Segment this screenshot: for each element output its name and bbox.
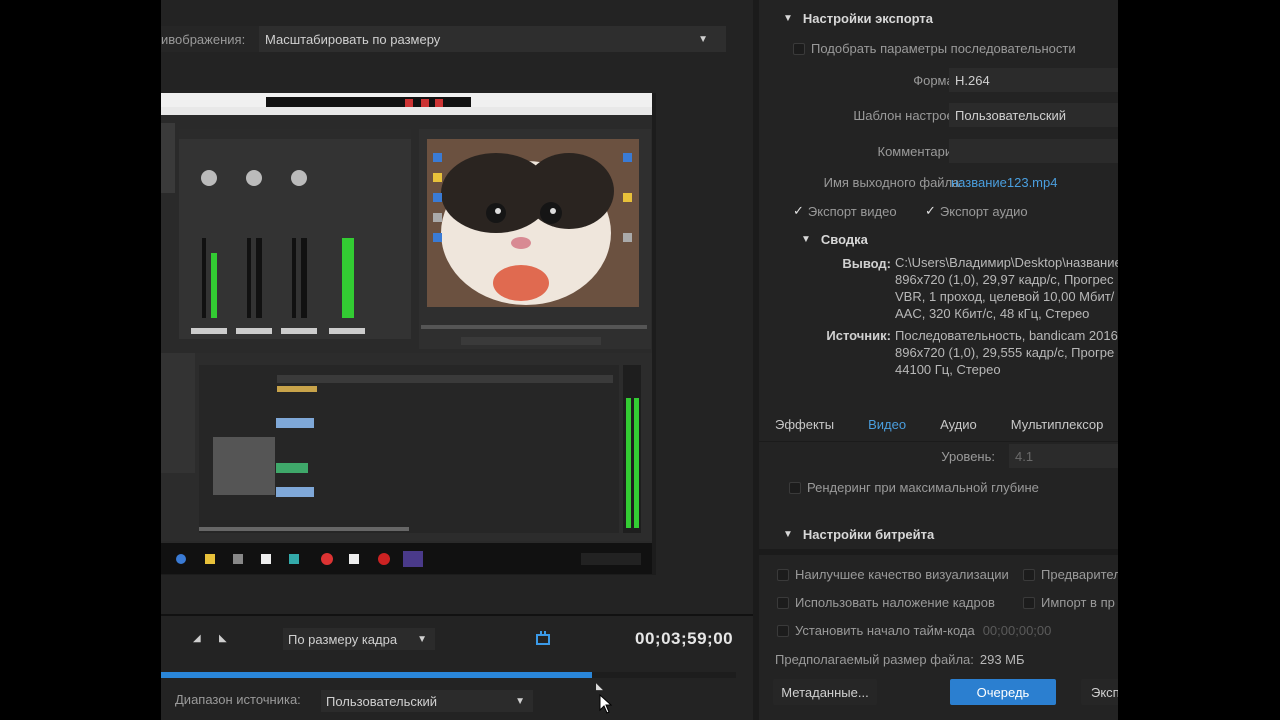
format-label: Формат: [913, 73, 963, 88]
bitrate-settings-title: Настройки битрейта [802, 527, 935, 542]
zoom-fit-select[interactable]: По размеру кадра ▼ [283, 628, 435, 650]
aspect-ratio-icon[interactable] [535, 630, 551, 646]
format-select[interactable]: H.264 [949, 68, 1118, 92]
export-settings-title: Настройки экспорта [802, 11, 934, 26]
level-label: Уровень: [941, 449, 995, 464]
preview-image [161, 93, 656, 575]
output-name-label: Имя выходного файла: [823, 175, 963, 190]
start-timecode-value[interactable]: 00;00;00;00 [983, 623, 1052, 638]
level-value: 4.1 [1015, 448, 1034, 464]
start-timecode-row[interactable]: Установить начало тайм-кода 00;00;00;00 [777, 623, 1051, 638]
source-line: 896x720 (1,0), 29,555 кадр/с, Прогре [895, 345, 1115, 360]
preview-picture [161, 93, 656, 575]
export-video-row[interactable]: ✓ Экспорт видео [793, 203, 897, 219]
output-line: 896x720 (1,0), 29,97 кадр/с, Прогрес [895, 272, 1114, 287]
match-sequence-row[interactable]: Подобрать параметры последовательности [793, 41, 1076, 56]
source-line: Последовательность, bandicam 2016 [895, 328, 1118, 343]
export-audio-checkbox[interactable]: ✓ [925, 203, 936, 219]
export-audio-label: Экспорт аудио [939, 203, 1028, 219]
preview-label: Предварител [1041, 567, 1118, 582]
settings-panel: ▼ Настройки экспорта Подобрать параметры… [759, 0, 1118, 720]
source-line: 44100 Гц, Стерео [895, 362, 1001, 377]
summary-header[interactable]: ▼ Сводка [801, 232, 868, 247]
collapse-triangle-icon: ▼ [801, 234, 811, 245]
estimated-size-label: Предполагаемый размер файла: [775, 652, 974, 667]
tab-audio[interactable]: Аудио [940, 417, 977, 432]
queue-button[interactable]: Очередь [950, 679, 1056, 705]
export-settings-window: ивображения: Масштабировать по размеру ▼ [161, 0, 1118, 720]
best-quality-label: Наилучшее качество визуализации [795, 567, 1009, 582]
import-label: Импорт в пр [1041, 595, 1115, 610]
frame-blend-row[interactable]: Использовать наложение кадров [777, 595, 995, 610]
output-line: VBR, 1 проход, целевой 10,00 Мбит/ [895, 289, 1115, 304]
preview-row[interactable]: Предварител [1023, 567, 1118, 582]
timecode-display[interactable]: 00;03;59;00 [635, 629, 733, 649]
source-scaling-value: Масштабировать по размеру [265, 31, 441, 47]
start-timecode-checkbox[interactable] [777, 624, 789, 637]
tab-multiplexer[interactable]: Мультиплексор [1011, 417, 1104, 432]
match-sequence-checkbox[interactable] [793, 42, 805, 55]
section-divider [759, 549, 1118, 555]
timeline-progress [161, 672, 592, 678]
source-range-select[interactable]: Пользовательский ▼ [321, 690, 533, 712]
set-out-point-icon[interactable]: ◣ [219, 633, 227, 644]
chevron-down-icon: ▼ [417, 633, 427, 645]
bitrate-settings-header[interactable]: ▼ Настройки битрейта [783, 527, 934, 542]
frame-blend-label: Использовать наложение кадров [795, 595, 995, 610]
output-name-link[interactable]: название123.mp4 [951, 175, 1057, 190]
preset-value: Пользовательский [955, 107, 1067, 123]
preset-label: Шаблон настроек: [853, 108, 963, 123]
max-depth-row[interactable]: Рендеринг при максимальной глубине [789, 480, 1039, 495]
set-in-point-icon[interactable]: ◢ [193, 633, 201, 644]
chevron-down-icon: ▼ [698, 33, 708, 45]
collapse-triangle-icon: ▼ [783, 529, 793, 540]
zoom-fit-value: По размеру кадра [288, 631, 398, 647]
source-range-label: Диапазон источника: [175, 692, 301, 707]
comments-input[interactable] [949, 139, 1118, 163]
source-summary-label: Источник: [826, 328, 891, 343]
export-button[interactable]: Экспо [1081, 679, 1118, 705]
match-sequence-label: Подобрать параметры последовательности [811, 41, 1076, 56]
max-depth-label: Рендеринг при максимальной глубине [807, 480, 1039, 495]
preset-select[interactable]: Пользовательский [949, 103, 1118, 127]
video-frame: ивображения: Масштабировать по размеру ▼ [0, 0, 1280, 720]
collapse-triangle-icon: ▼ [783, 13, 793, 24]
preview-checkbox[interactable] [1023, 568, 1035, 581]
import-row[interactable]: Импорт в пр [1023, 595, 1115, 610]
best-quality-checkbox[interactable] [777, 568, 789, 581]
estimated-size-row: Предполагаемый размер файла: 293 МБ [775, 652, 1025, 667]
chevron-down-icon: ▼ [515, 695, 525, 707]
export-video-label: Экспорт видео [807, 203, 897, 219]
tab-effects[interactable]: Эффекты [775, 417, 834, 432]
settings-tabs: Эффекты Видео Аудио Мультиплексор [759, 408, 1118, 442]
source-summary-text: Последовательность, bandicam 2016 896x72… [895, 327, 1118, 378]
estimated-size-value: 293 МБ [979, 652, 1025, 667]
best-quality-row[interactable]: Наилучшее качество визуализации [777, 567, 1009, 582]
format-value: H.264 [955, 72, 990, 88]
mouse-cursor-icon [599, 694, 613, 714]
preview-separator [161, 614, 753, 616]
import-checkbox[interactable] [1023, 596, 1035, 609]
output-summary-text: C:\Users\Владимир\Desktop\название 896x7… [895, 254, 1118, 322]
export-settings-header[interactable]: ▼ Настройки экспорта [783, 11, 933, 26]
metadata-button[interactable]: Метаданные... [773, 679, 877, 705]
frame-blend-checkbox[interactable] [777, 596, 789, 609]
start-timecode-label: Установить начало тайм-кода [795, 623, 975, 638]
playhead-icon[interactable]: ◣ [596, 681, 603, 692]
source-range-value: Пользовательский [326, 693, 438, 709]
summary-title: Сводка [820, 232, 868, 247]
source-scaling-label: ивображения: [161, 31, 246, 47]
export-video-checkbox[interactable]: ✓ [793, 203, 804, 219]
output-line: AAC, 320 Кбит/с, 48 кГц, Стерео [895, 306, 1090, 321]
source-scaling-select[interactable]: Масштабировать по размеру ▼ [259, 26, 726, 52]
max-depth-checkbox[interactable] [789, 481, 801, 494]
comments-label: Комментарии: [877, 144, 964, 159]
output-line: C:\Users\Владимир\Desktop\название [895, 255, 1118, 270]
level-select[interactable]: 4.1 [1009, 444, 1118, 468]
source-scaling-row: ивображения: Масштабировать по размеру ▼ [161, 26, 726, 52]
preview-panel: ивображения: Масштабировать по размеру ▼ [161, 0, 753, 720]
tab-video[interactable]: Видео [868, 417, 906, 432]
output-summary-label: Вывод: [842, 256, 891, 271]
export-audio-row[interactable]: ✓ Экспорт аудио [925, 203, 1028, 219]
